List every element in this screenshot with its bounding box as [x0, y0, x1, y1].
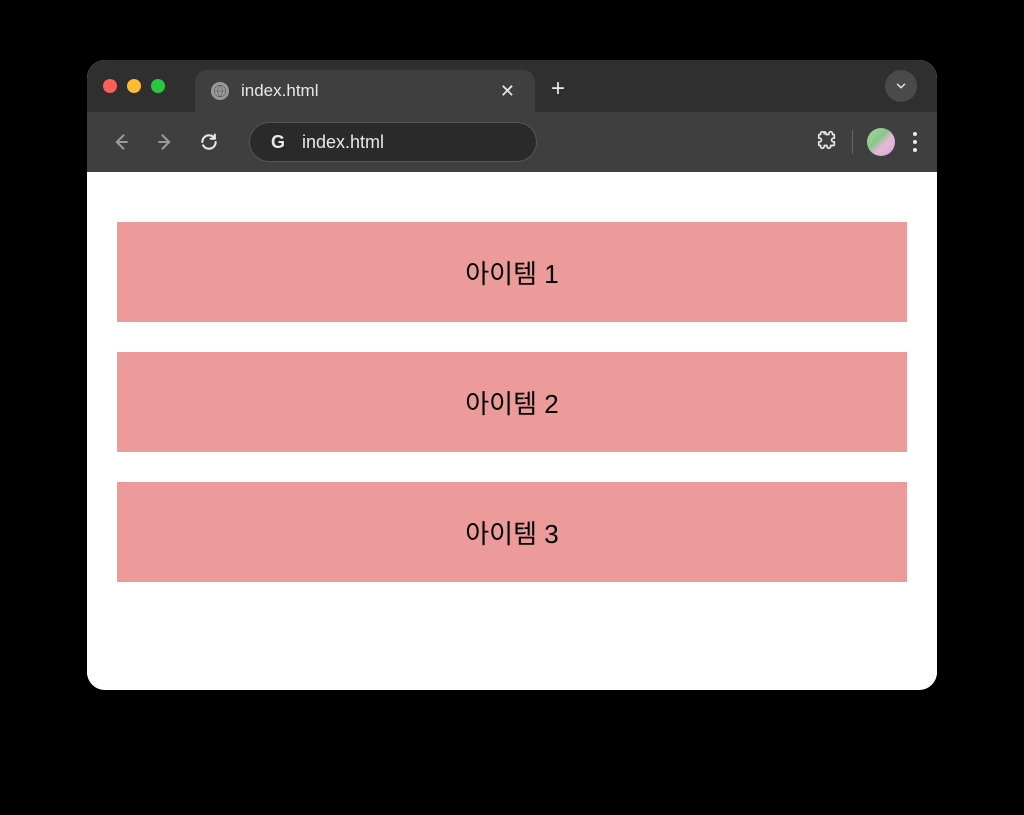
browser-tab[interactable]: index.html ✕ — [195, 70, 535, 112]
list-item: 아이템 2 — [117, 352, 907, 452]
list-item: 아이템 1 — [117, 222, 907, 322]
item-label: 아이템 1 — [465, 254, 558, 291]
forward-button[interactable] — [147, 124, 183, 160]
chevron-down-icon — [894, 79, 908, 93]
reload-button[interactable] — [191, 124, 227, 160]
item-label: 아이템 3 — [465, 514, 558, 551]
globe-icon — [211, 82, 229, 100]
toolbar-right — [816, 128, 921, 156]
tabs-dropdown-button[interactable] — [885, 70, 917, 102]
kebab-dot-icon — [913, 140, 917, 144]
browser-window: index.html ✕ + G index.html — [87, 60, 937, 690]
reload-icon — [199, 132, 219, 152]
close-window-button[interactable] — [103, 79, 117, 93]
tab-title: index.html — [241, 81, 484, 101]
item-label: 아이템 2 — [465, 384, 558, 421]
page-content: 아이템 1 아이템 2 아이템 3 — [87, 172, 937, 690]
google-icon: G — [268, 132, 288, 152]
extensions-button[interactable] — [816, 129, 838, 156]
kebab-dot-icon — [913, 132, 917, 136]
minimize-window-button[interactable] — [127, 79, 141, 93]
address-bar[interactable]: G index.html — [249, 122, 537, 162]
address-text: index.html — [302, 132, 384, 153]
new-tab-button[interactable]: + — [551, 77, 565, 101]
maximize-window-button[interactable] — [151, 79, 165, 93]
back-button[interactable] — [103, 124, 139, 160]
arrow-left-icon — [111, 132, 131, 152]
menu-button[interactable] — [909, 128, 921, 156]
kebab-dot-icon — [913, 148, 917, 152]
profile-avatar[interactable] — [867, 128, 895, 156]
toolbar: G index.html — [87, 112, 937, 172]
titlebar: index.html ✕ + — [87, 60, 937, 112]
puzzle-icon — [816, 129, 838, 151]
divider — [852, 130, 853, 154]
arrow-right-icon — [155, 132, 175, 152]
window-controls — [103, 79, 165, 93]
list-item: 아이템 3 — [117, 482, 907, 582]
close-tab-icon[interactable]: ✕ — [496, 81, 519, 102]
